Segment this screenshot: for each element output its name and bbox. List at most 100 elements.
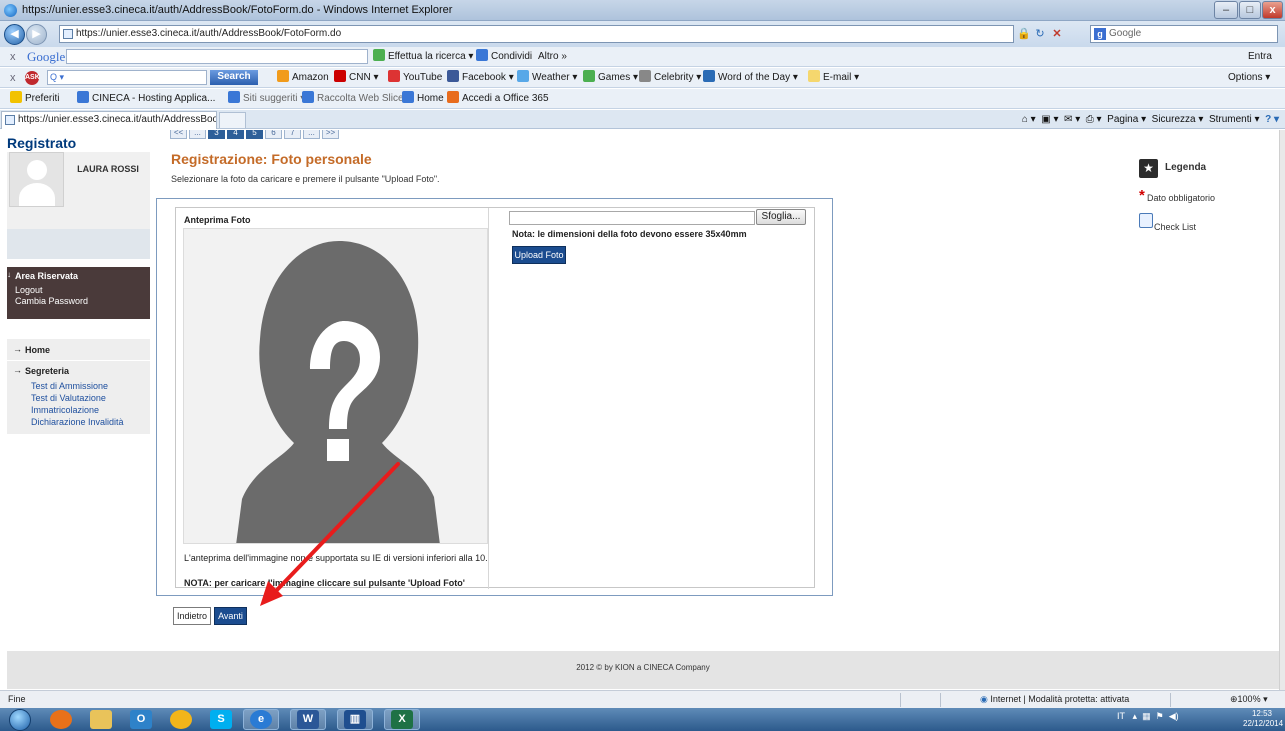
refresh-icon[interactable]: ↻ [1034,28,1046,40]
nav-link-enrollment[interactable]: Immatricolazione [31,405,150,416]
security-zone-label: Internet | Modalità protetta: attivata [990,694,1130,704]
google-toolbar: x Google Effettua la ricerca ▾ Condividi… [0,47,1285,67]
toolbar-link-celebrity[interactable]: Celebrity ▾ [639,68,701,88]
signin-button[interactable]: Entra [1248,47,1272,67]
network-icon[interactable]: ▦ [1142,711,1151,721]
section-title: Registrato [7,135,77,151]
favorite-item-cineca[interactable]: CINECA - Hosting Applica... [77,89,215,109]
next-button[interactable]: Avanti [214,607,247,625]
back-nav-button[interactable]: ◀ [4,24,25,45]
close-google-toolbar-icon[interactable]: x [10,47,16,67]
legend-checklist[interactable]: Check List [1139,213,1279,240]
print-icon[interactable]: ⎙ ▾ [1086,114,1102,125]
browse-button[interactable]: Sfoglia... [756,209,806,225]
clock[interactable]: 12:53 22/12/2014 [1243,709,1284,729]
maximize-button[interactable]: □ [1239,1,1261,19]
checklist-icon [1139,213,1153,228]
zoom-level[interactable]: ⊕100% ▾ [1230,691,1268,708]
toolbar-link-facebook[interactable]: Facebook ▾ [447,68,514,88]
toolbar-link-weather[interactable]: Weather ▾ [517,68,577,88]
url-field[interactable]: https://unier.esse3.cineca.it/auth/Addre… [59,25,1014,43]
close-ask-toolbar-icon[interactable]: x [10,68,16,88]
file-path-input[interactable] [509,211,755,225]
ask-options-button[interactable]: Options ▾ [1228,68,1270,88]
favorites-button[interactable]: Preferiti [10,89,59,109]
status-divider [940,693,941,707]
share-button[interactable]: Condividi [476,47,532,67]
institution-icon[interactable]: ▥ [344,710,366,729]
clock-time: 12:53 [1251,709,1273,718]
toolbar-link-label: Celebrity ▾ [654,72,702,83]
file-explorer-icon[interactable] [90,710,112,729]
feeds-icon[interactable]: ▣ ▾ [1041,114,1058,125]
back-button[interactable]: Indietro [173,607,211,625]
change-password-link[interactable]: Cambia Password [15,296,150,307]
skype-icon[interactable]: S [210,710,232,729]
mail-icon[interactable]: ✉ ▾ [1064,114,1080,125]
toolbar-link-games[interactable]: Games ▾ [583,68,638,88]
forward-nav-button[interactable]: ▶ [26,24,47,45]
tab-active[interactable]: https://unier.esse3.cineca.it/auth/Addre… [1,111,217,129]
minimize-button[interactable]: – [1214,1,1238,19]
safety-menu[interactable]: Sicurezza ▾ [1152,114,1204,125]
internet-explorer-icon [4,4,17,17]
nav-secretariat[interactable]: Segreteria [13,365,150,377]
pager-first[interactable]: << [170,130,187,139]
photo-size-note: Nota: le dimensioni della foto devono es… [512,229,747,239]
logout-link[interactable]: Logout [15,285,150,296]
legend-checklist-label[interactable]: Check List [1154,222,1196,232]
google-toolbar-search-input[interactable] [66,49,368,64]
volume-icon[interactable]: ◀) [1169,711,1179,721]
nav-link-admission-test[interactable]: Test di Ammissione [31,381,150,392]
pager-page[interactable]: 3 [208,130,225,139]
toolbar-link-amazon[interactable]: Amazon [277,68,329,88]
internet-explorer-icon[interactable]: e [250,710,272,729]
tray-arrow-icon[interactable]: ▴ [1133,711,1138,721]
pager-page[interactable]: 6 [265,130,282,139]
nav-link-disability-declaration[interactable]: Dichiarazione Invalidità [31,417,150,428]
upload-photo-button[interactable]: Upload Foto [512,246,566,264]
security-zone[interactable]: ◉ Internet | Modalità protetta: attivata [980,691,1129,708]
toolbar-link-youtube[interactable]: YouTube [388,68,442,88]
new-tab-button[interactable] [219,112,246,128]
firefox-icon[interactable] [50,710,72,729]
outlook-icon[interactable]: O [130,710,152,729]
ask-search-input[interactable]: Q ▾ [47,70,207,85]
language-indicator[interactable]: IT [1117,711,1125,721]
nav-link-evaluation-test[interactable]: Test di Valutazione [31,393,150,404]
page-icon [77,91,89,103]
clock-date: 22/12/2014 [1243,719,1284,728]
nav-home[interactable]: Home [13,344,150,356]
toolbar-link-email[interactable]: E-mail ▾ [808,68,859,88]
favorite-item-office365[interactable]: Accedi a Office 365 [447,89,549,109]
close-window-button[interactable]: x [1262,1,1283,19]
google-search-dropdown[interactable]: Effettua la ricerca ▾ [373,47,473,67]
favorite-item-web-slice[interactable]: Raccolta Web Slice ▾ [302,89,411,109]
favorite-item-home[interactable]: Home [402,89,444,109]
pager-page[interactable]: 4 [227,130,244,139]
pager-ellipsis[interactable]: ... [189,130,206,139]
toolbar-link-cnn[interactable]: CNN ▾ [334,68,378,88]
favorite-label: CINECA - Hosting Applica... [92,93,216,104]
tools-menu[interactable]: Strumenti ▾ [1209,114,1260,125]
flag-icon[interactable]: ⚑ [1156,711,1164,721]
pager-page[interactable]: 5 [246,130,263,139]
page-scrollbar[interactable] [1279,130,1285,690]
stop-icon[interactable]: ✕ [1051,28,1063,40]
page-menu[interactable]: Pagina ▾ [1107,114,1146,125]
home-icon[interactable]: ⌂ ▾ [1022,114,1036,125]
browser-search-field[interactable]: g Google [1090,25,1278,43]
toolbar-link-word-of-the-day[interactable]: Word of the Day ▾ [703,68,798,88]
start-button[interactable] [9,709,31,731]
favorite-item-suggested[interactable]: Siti suggeriti ▾ [228,89,305,109]
pager-ellipsis[interactable]: ... [303,130,320,139]
more-button[interactable]: Altro » [538,47,567,67]
help-icon[interactable]: ? ▾ [1265,114,1279,125]
pager-page[interactable]: 7 [284,130,301,139]
ask-search-button[interactable]: Search [210,70,258,85]
pager-last[interactable]: >> [322,130,339,139]
lock-icon[interactable]: 🔒 [1017,28,1031,40]
word-icon[interactable]: W [297,710,319,729]
chrome-icon[interactable] [170,710,192,729]
excel-icon[interactable]: X [391,710,413,729]
